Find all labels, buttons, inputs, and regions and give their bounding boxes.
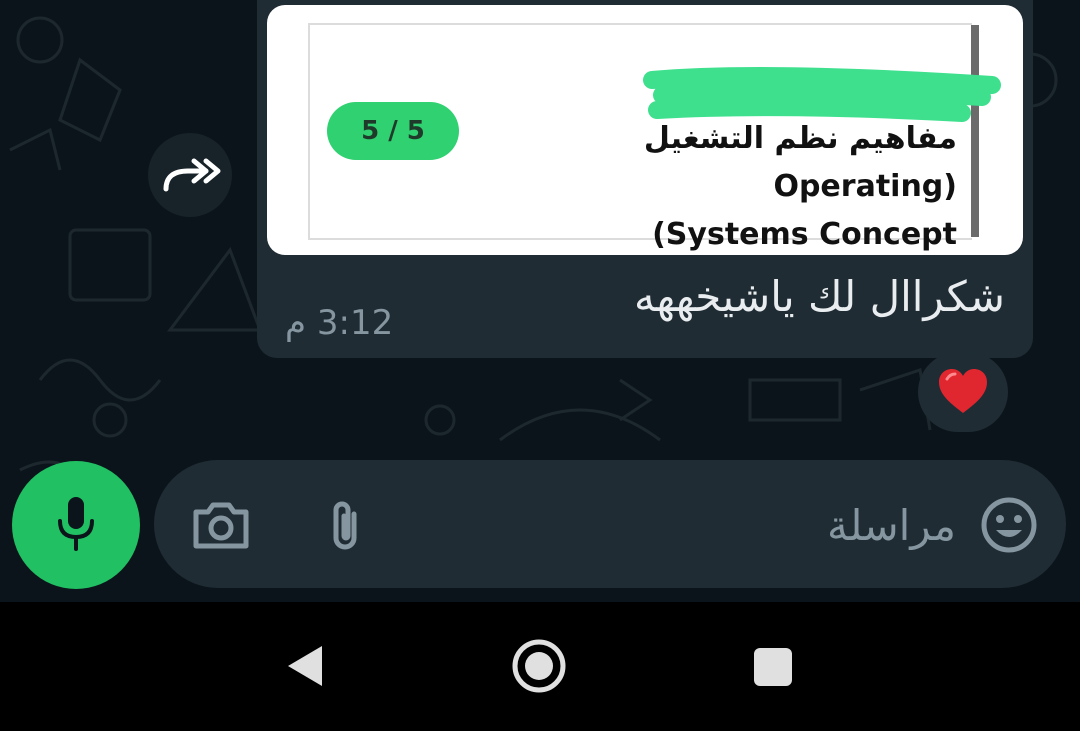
message-input[interactable] <box>394 484 958 566</box>
camera-icon[interactable] <box>192 500 250 550</box>
page-indicator-badge: 5 / 5 <box>327 102 459 160</box>
forward-icon <box>163 158 221 192</box>
voice-record-button[interactable] <box>12 461 140 589</box>
message-composer[interactable] <box>154 460 1066 588</box>
message-bubble[interactable]: 5 / 5 مفاهيم نظم التشغيل (Operating Syst… <box>257 0 1033 358</box>
document-title: مفاهيم نظم التشغيل (Operating Systems Co… <box>643 121 957 252</box>
attach-icon[interactable] <box>326 498 366 554</box>
emoji-icon[interactable] <box>980 496 1038 554</box>
mic-icon <box>58 497 94 551</box>
forward-button[interactable] <box>148 133 232 217</box>
message-timestamp: 3:12 م <box>285 303 394 343</box>
reaction-badge[interactable] <box>918 352 1008 432</box>
document-accent-bar <box>971 25 979 237</box>
quoted-document-preview[interactable]: 5 / 5 مفاهيم نظم التشغيل (Operating Syst… <box>267 5 1023 255</box>
system-navigation-bar <box>0 602 1080 731</box>
recents-icon[interactable] <box>752 646 794 688</box>
back-icon[interactable] <box>284 642 326 690</box>
home-icon[interactable] <box>511 638 567 694</box>
heart-icon <box>939 369 987 413</box>
message-text: شكراال لك ياشيخههه <box>633 272 1005 321</box>
chat-area: 5 / 5 مفاهيم نظم التشغيل (Operating Syst… <box>0 0 1080 602</box>
